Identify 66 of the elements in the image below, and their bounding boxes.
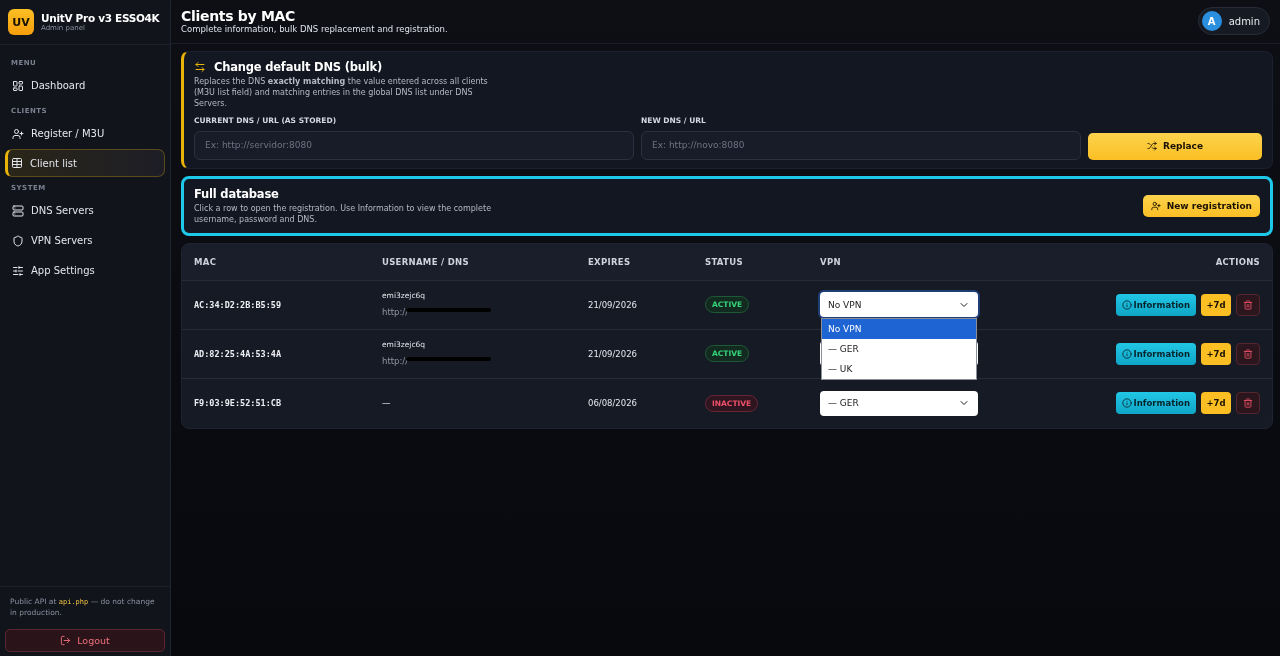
avatar: A [1201,11,1222,31]
logout-icon [60,635,72,646]
mac-cell-text: AD:82:25:4A:53:4A [194,348,282,359]
new-registration-button[interactable]: New registration [1142,194,1260,217]
logo: UV [8,9,34,35]
info-icon [1121,398,1132,409]
column-header: MAC [194,256,218,267]
dns-cell: http:// [382,355,409,366]
expiry-cell-text: 06/08/2026 [588,398,638,409]
sidebar-item[interactable]: App Settings [5,256,165,285]
trash-icon [1243,398,1253,409]
trash-icon [1243,299,1253,310]
mac-cell-text: F9:03:9E:52:51:CB [194,398,282,409]
column-header: EXPIRES [588,256,632,267]
sliders-icon [12,264,24,277]
server-icon [12,204,24,217]
sidebar-item[interactable]: Client list [5,149,165,177]
table-icon [11,157,23,169]
trash-icon [1243,348,1253,359]
mac-cell-text: AC:34:D2:2B:B5:59 [194,299,282,310]
sidebar-item[interactable]: Dashboard [5,71,165,100]
delete-button[interactable] [1236,342,1260,365]
page-title: Clients by MAC [181,8,297,24]
vpn-select[interactable]: — GER [820,390,978,416]
user-add-icon [1150,200,1161,211]
expiry-cell-text: 21/09/2026 [588,348,638,359]
shuffle-icon [1146,141,1157,152]
info-icon [1121,348,1132,359]
vpn-select[interactable]: No VPN [820,292,978,318]
swap-icon [194,61,206,73]
info-icon [1121,299,1132,310]
app-title: UnitV Pro v3 ESSO4K [41,12,160,24]
sidebar-item[interactable]: Register / M3U [5,119,165,148]
column-header: STATUS [705,256,744,267]
information-button[interactable]: Information [1115,342,1196,365]
expiry-cell-text: 21/09/2026 [588,299,638,310]
card-title: Change default DNS (bulk) [214,60,382,74]
column-header: ACTIONS [1214,256,1260,267]
sidebar-item[interactable]: VPN Servers [5,226,165,255]
logout-button[interactable]: Logout [5,629,165,652]
replace-button[interactable]: Replace [1088,132,1262,160]
column-header: VPN [820,256,842,267]
extend-button[interactable]: +7d [1201,293,1231,316]
username-cell-text: — [382,398,392,409]
sidebar-item[interactable]: DNS Servers [5,196,165,225]
shield-icon [12,234,24,247]
column-header: USERNAME / DNS [382,256,470,267]
dropdown-option[interactable]: No VPN [822,319,976,340]
information-button[interactable]: Information [1115,293,1196,316]
input-field[interactable]: Ex: http://servidor:8080 [194,130,634,160]
dropdown-option[interactable]: — GER [822,339,976,360]
dropdown-option[interactable]: — UK [822,359,976,380]
information-button[interactable]: Information [1115,392,1196,415]
input-field[interactable]: Ex: http://novo:8080 [641,130,1081,160]
user-menu[interactable]: A admin [1197,7,1270,35]
extend-button[interactable]: +7d [1201,392,1231,415]
page-subtitle: Complete information, bulk DNS replacement and registration. [181,24,448,34]
dashboard-icon [12,79,24,92]
dns-cell: http:// [382,306,409,317]
card-description: Replaces the DNS exactly matching the value entered across all clients (M3U list field) and matching entries in the global DNS list under DNS Servers. [194,76,489,110]
extend-button[interactable]: +7d [1201,342,1231,365]
delete-button[interactable] [1236,392,1260,415]
delete-button[interactable] [1236,293,1260,316]
card-description: Click a row to open the registration. Use Information to view the complete username, password and DNS. [194,202,493,225]
user-add-icon [12,127,24,140]
card-title: Full database [194,186,280,201]
